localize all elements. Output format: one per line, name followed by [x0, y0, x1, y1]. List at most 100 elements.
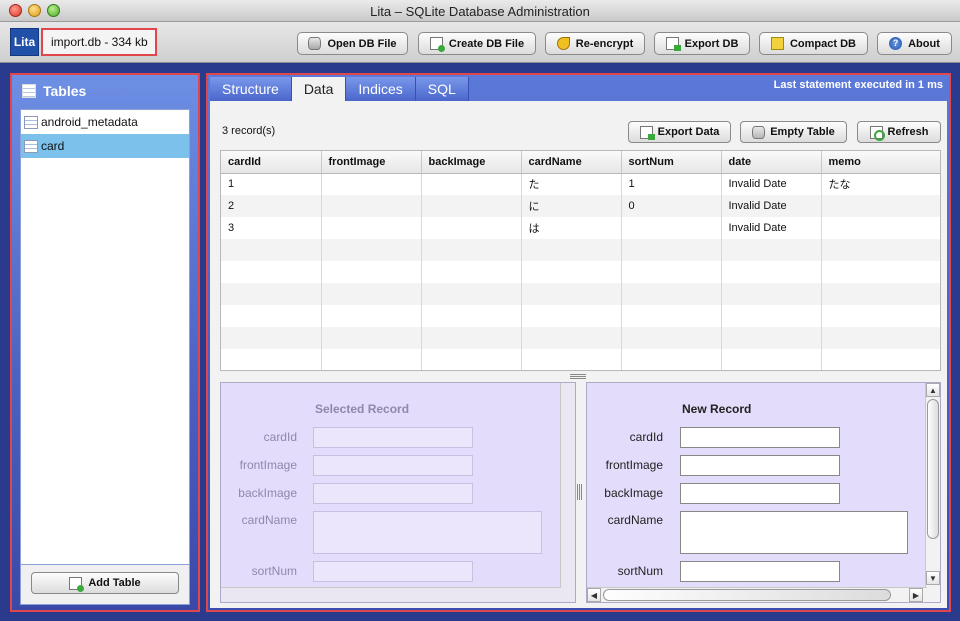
empty-row	[221, 261, 940, 283]
table-cell	[321, 217, 422, 239]
new-record-horizontal-scrollbar[interactable]: ◀ ▶	[587, 587, 927, 602]
table-cell: た	[521, 173, 622, 195]
table-icon	[24, 139, 38, 153]
key-icon	[556, 37, 570, 50]
column-header-memo[interactable]: memo	[821, 151, 940, 174]
selected-backimage-field	[313, 483, 473, 504]
column-header-backimage[interactable]: backImage	[421, 151, 522, 174]
table-cell	[621, 217, 722, 239]
selected-record-horizontal-scrollbar[interactable]	[221, 587, 561, 602]
field-label: cardId	[263, 430, 297, 444]
new-cardid-input[interactable]	[680, 427, 840, 448]
new-sortnum-input[interactable]	[680, 561, 840, 582]
field-label: cardId	[629, 430, 663, 444]
new-record-form: New Record cardId frontImage backImage c…	[586, 382, 941, 603]
table-cell: に	[521, 195, 622, 217]
table-cell: 1	[621, 173, 722, 195]
scroll-down-icon[interactable]: ▼	[926, 571, 940, 585]
create-db-button[interactable]: Create DB File	[418, 32, 536, 55]
empty-row	[221, 349, 940, 370]
column-header-cardname[interactable]: cardName	[521, 151, 622, 174]
refresh-button[interactable]: Refresh	[857, 121, 941, 143]
tables-header: Tables	[22, 83, 86, 99]
table-row[interactable]: 2 に 0 Invalid Date	[221, 195, 940, 217]
compact-db-button[interactable]: Compact DB	[759, 32, 868, 55]
table-cell	[421, 173, 522, 195]
empty-table-button[interactable]: Empty Table	[740, 121, 847, 143]
export-db-button[interactable]: Export DB	[654, 32, 750, 55]
export-icon	[639, 125, 655, 140]
horizontal-splitter-handle[interactable]	[570, 374, 586, 380]
table-row[interactable]: 3 は Invalid Date	[221, 217, 940, 239]
table-cell	[821, 195, 940, 217]
new-cardname-input[interactable]	[680, 511, 908, 554]
vertical-splitter-handle[interactable]	[577, 484, 583, 500]
table-row[interactable]: 1 た 1 Invalid Date たな	[221, 173, 940, 195]
selected-record-form: Selected Record cardId frontImage backIm…	[220, 382, 576, 603]
scroll-right-icon[interactable]: ▶	[909, 588, 923, 602]
tab-data[interactable]: Data	[291, 77, 347, 101]
tables-panel: Tables android_metadata card Add Table	[10, 73, 200, 612]
tab-sql[interactable]: SQL	[415, 77, 469, 101]
add-table-button[interactable]: Add Table	[31, 572, 179, 594]
column-header-frontimage[interactable]: frontImage	[321, 151, 422, 174]
open-db-label: Open DB File	[327, 37, 397, 50]
table-cell	[321, 173, 422, 195]
column-header-date[interactable]: date	[721, 151, 822, 174]
scroll-left-icon[interactable]: ◀	[587, 588, 601, 602]
table-cell	[321, 195, 422, 217]
field-label: frontImage	[239, 458, 297, 472]
column-header-cardid[interactable]: cardId	[221, 151, 322, 174]
database-icon	[308, 37, 322, 50]
selected-frontimage-field	[313, 455, 473, 476]
vertical-scroll-thumb[interactable]	[927, 399, 939, 539]
scroll-up-icon[interactable]: ▲	[926, 383, 940, 397]
empty-row	[221, 305, 940, 327]
compact-icon	[770, 37, 784, 50]
table-cell	[821, 217, 940, 239]
tab-structure[interactable]: Structure	[210, 77, 292, 101]
about-button[interactable]: ? About	[877, 32, 952, 55]
selected-record-vertical-scrollbar[interactable]	[560, 383, 575, 602]
tab-indices[interactable]: Indices	[346, 77, 416, 101]
reencrypt-button[interactable]: Re-encrypt	[545, 32, 645, 55]
table-cell: 1	[221, 173, 322, 195]
field-label: sortNum	[251, 564, 297, 578]
open-db-button[interactable]: Open DB File	[297, 32, 408, 55]
column-header-sortnum[interactable]: sortNum	[621, 151, 722, 174]
table-icon	[24, 115, 38, 129]
status-text: Last statement executed in 1 ms	[773, 79, 943, 91]
export-data-button[interactable]: Export Data	[628, 121, 731, 143]
selected-cardid-field	[313, 427, 473, 448]
selected-sortnum-field	[313, 561, 473, 582]
refresh-icon	[869, 125, 885, 141]
compact-db-label: Compact DB	[789, 37, 856, 50]
table-item-android-metadata[interactable]: android_metadata	[21, 110, 189, 134]
field-label: frontImage	[605, 458, 663, 472]
table-cell: 0	[621, 195, 722, 217]
new-backimage-input[interactable]	[680, 483, 840, 504]
export-icon	[665, 37, 681, 51]
tables-icon	[22, 84, 36, 98]
table-cell	[421, 217, 522, 239]
tables-header-label: Tables	[43, 83, 87, 99]
main-panel: Structure Data Indices SQL Last statemen…	[206, 73, 951, 612]
empty-row	[221, 327, 940, 349]
horizontal-scroll-thumb[interactable]	[603, 589, 891, 601]
field-label: sortNum	[617, 564, 663, 578]
record-count: 3 record(s)	[222, 125, 276, 137]
table-item-card[interactable]: card	[21, 134, 189, 158]
info-icon: ?	[889, 37, 903, 50]
new-record-vertical-scrollbar[interactable]: ▲ ▼	[925, 383, 940, 602]
table-cell: Invalid Date	[721, 173, 822, 195]
selected-cardname-field	[313, 511, 542, 554]
add-table-label: Add Table	[88, 577, 141, 589]
field-label: cardName	[241, 513, 297, 527]
table-item-label: android_metadata	[41, 115, 138, 129]
create-db-label: Create DB File	[448, 37, 525, 50]
table-cell: 3	[221, 217, 322, 239]
reencrypt-label: Re-encrypt	[575, 37, 634, 50]
new-file-icon	[429, 37, 445, 52]
new-frontimage-input[interactable]	[680, 455, 840, 476]
table-list: android_metadata card	[20, 109, 190, 565]
